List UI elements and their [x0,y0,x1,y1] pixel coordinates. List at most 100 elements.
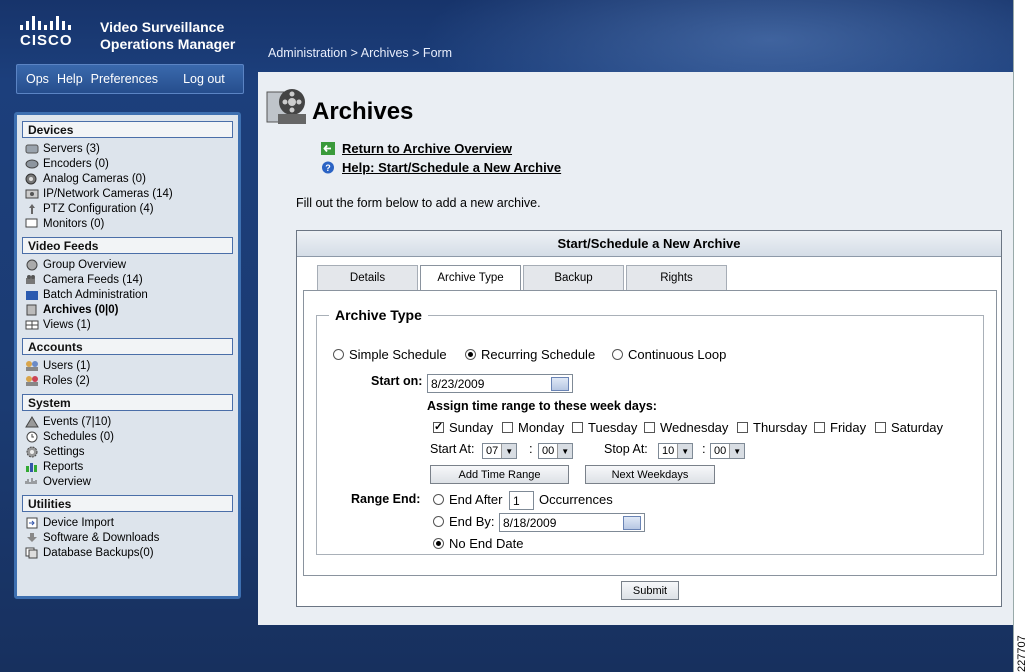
type-recurring-label: Recurring Schedule [481,347,596,362]
sidebar-item-camera-feeds[interactable]: Camera Feeds (14) [22,272,233,287]
radio-simple[interactable] [333,349,344,360]
checkbox-wednesday[interactable] [644,422,655,433]
encoder-icon [25,158,39,170]
stop-min-select[interactable]: 00 ▼ [710,443,746,459]
add-time-range-button[interactable]: Add Time Range [430,465,569,484]
film-reel-icon [264,84,310,128]
database-icon [25,547,39,559]
end-by-option[interactable]: End By: [433,514,495,529]
type-simple[interactable]: Simple Schedule [333,347,447,362]
calendar-icon[interactable] [551,376,569,391]
sidebar-item-overview[interactable]: Overview [22,474,233,489]
no-end-date-option[interactable]: No End Date [433,536,523,551]
checkbox-friday[interactable] [814,422,825,433]
weekday-friday[interactable]: Friday [814,420,866,435]
nav-logout[interactable]: Log out [183,72,225,86]
overview-icon [25,476,39,488]
archive-type-fieldset: Archive Type Simple Schedule Recurring S… [316,307,984,555]
start-min-select[interactable]: 00 ▼ [538,443,574,459]
sidebar-item-users[interactable]: Users (1) [22,358,233,373]
sidebar-item-label: Device Import [43,516,114,529]
stop-min-value: 00 [714,445,727,457]
sidebar-item-database-backups[interactable]: Database Backups(0) [22,545,233,560]
intro-text: Fill out the form below to add a new arc… [296,196,541,210]
tab-bar: Details Archive Type Backup Rights [317,265,727,291]
stop-hour-select[interactable]: 10 ▼ [658,443,694,459]
back-arrow-icon [321,142,335,155]
import-icon [25,517,39,529]
sidebar-section-utilities: Utilities Device Import Software & Downl… [22,495,233,560]
sidebar-item-archives[interactable]: Archives (0|0) [22,302,233,317]
tab-backup[interactable]: Backup [523,265,624,290]
weekday-wednesday[interactable]: Wednesday [644,420,728,435]
sidebar-item-encoders[interactable]: Encoders (0) [22,156,233,171]
sidebar-heading-system: System [22,394,233,411]
weekday-label: Tuesday [588,420,638,435]
checkbox-thursday[interactable] [737,422,748,433]
start-hour-select[interactable]: 07 ▼ [482,443,518,459]
radio-continuous[interactable] [612,349,623,360]
checkbox-saturday[interactable] [875,422,886,433]
stop-at-label: Stop At: [604,442,648,456]
type-continuous[interactable]: Continuous Loop [612,347,726,362]
checkbox-monday[interactable] [502,422,513,433]
product-line-1: Video Surveillance [100,19,225,35]
nav-preferences[interactable]: Preferences [91,72,158,86]
sidebar-heading-accounts: Accounts [22,338,233,355]
radio-no-end-date[interactable] [433,538,444,549]
submit-button[interactable]: Submit [621,581,679,600]
tab-details[interactable]: Details [317,265,418,290]
return-link[interactable]: Return to Archive Overview [321,141,512,156]
help-link[interactable]: ? Help: Start/Schedule a New Archive [321,160,561,175]
sidebar-section-video-feeds: Video Feeds Group Overview Camera Feeds … [22,237,233,332]
weekday-thursday[interactable]: Thursday [737,420,807,435]
tab-archive-type[interactable]: Archive Type [420,265,521,291]
sidebar-item-device-import[interactable]: Device Import [22,515,233,530]
sidebar-item-label: Reports [43,460,84,473]
checkbox-tuesday[interactable] [572,422,583,433]
sidebar-item-servers[interactable]: Servers (3) [22,141,233,156]
weekday-monday[interactable]: Monday [502,420,564,435]
analog-camera-icon [25,173,39,185]
nav-help[interactable]: Help [57,72,83,86]
users-icon [25,360,39,372]
sidebar-item-reports[interactable]: Reports [22,459,233,474]
stop-hour-value: 10 [662,445,675,457]
group-icon [25,259,39,271]
sidebar-item-label: Settings [43,445,85,458]
radio-end-after[interactable] [433,494,444,505]
sidebar-item-views[interactable]: Views (1) [22,317,233,332]
sidebar-item-ip-cameras[interactable]: IP/Network Cameras (14) [22,186,233,201]
sidebar-item-events[interactable]: Events (7|10) [22,414,233,429]
sidebar-section-accounts: Accounts Users (1) Roles (2) [22,338,233,388]
tab-rights[interactable]: Rights [626,265,727,290]
nav-ops[interactable]: Ops [26,72,49,86]
sidebar-item-settings[interactable]: Settings [22,444,233,459]
ptz-icon [25,203,39,215]
sidebar-item-group-overview[interactable]: Group Overview [22,257,233,272]
calendar-icon[interactable] [623,515,641,530]
chevron-down-icon: ▼ [501,444,517,458]
sidebar-item-roles[interactable]: Roles (2) [22,373,233,388]
weekday-tuesday[interactable]: Tuesday [572,420,637,435]
end-by-field[interactable]: 8/18/2009 [499,513,645,532]
sidebar-heading-video-feeds: Video Feeds [22,237,233,254]
sidebar-item-schedules[interactable]: Schedules (0) [22,429,233,444]
type-recurring[interactable]: Recurring Schedule [465,347,595,362]
radio-recurring[interactable] [465,349,476,360]
radio-end-by[interactable] [433,516,444,527]
checkbox-sunday[interactable] [433,420,444,433]
time-colon: : [529,441,533,456]
next-weekdays-button[interactable]: Next Weekdays [585,465,715,484]
sidebar-item-batch-admin[interactable]: Batch Administration [22,287,233,302]
end-after-input[interactable]: 1 [509,491,534,510]
page-title: Archives [312,98,414,125]
weekday-sunday[interactable]: Sunday [433,420,493,435]
start-on-field[interactable]: 8/23/2009 [427,374,573,393]
sidebar-item-software-downloads[interactable]: Software & Downloads [22,530,233,545]
weekday-saturday[interactable]: Saturday [875,420,943,435]
sidebar-item-ptz[interactable]: PTZ Configuration (4) [22,201,233,216]
end-after-option[interactable]: End After [433,492,502,507]
sidebar-item-monitors[interactable]: Monitors (0) [22,216,233,231]
sidebar-item-analog-cameras[interactable]: Analog Cameras (0) [22,171,233,186]
